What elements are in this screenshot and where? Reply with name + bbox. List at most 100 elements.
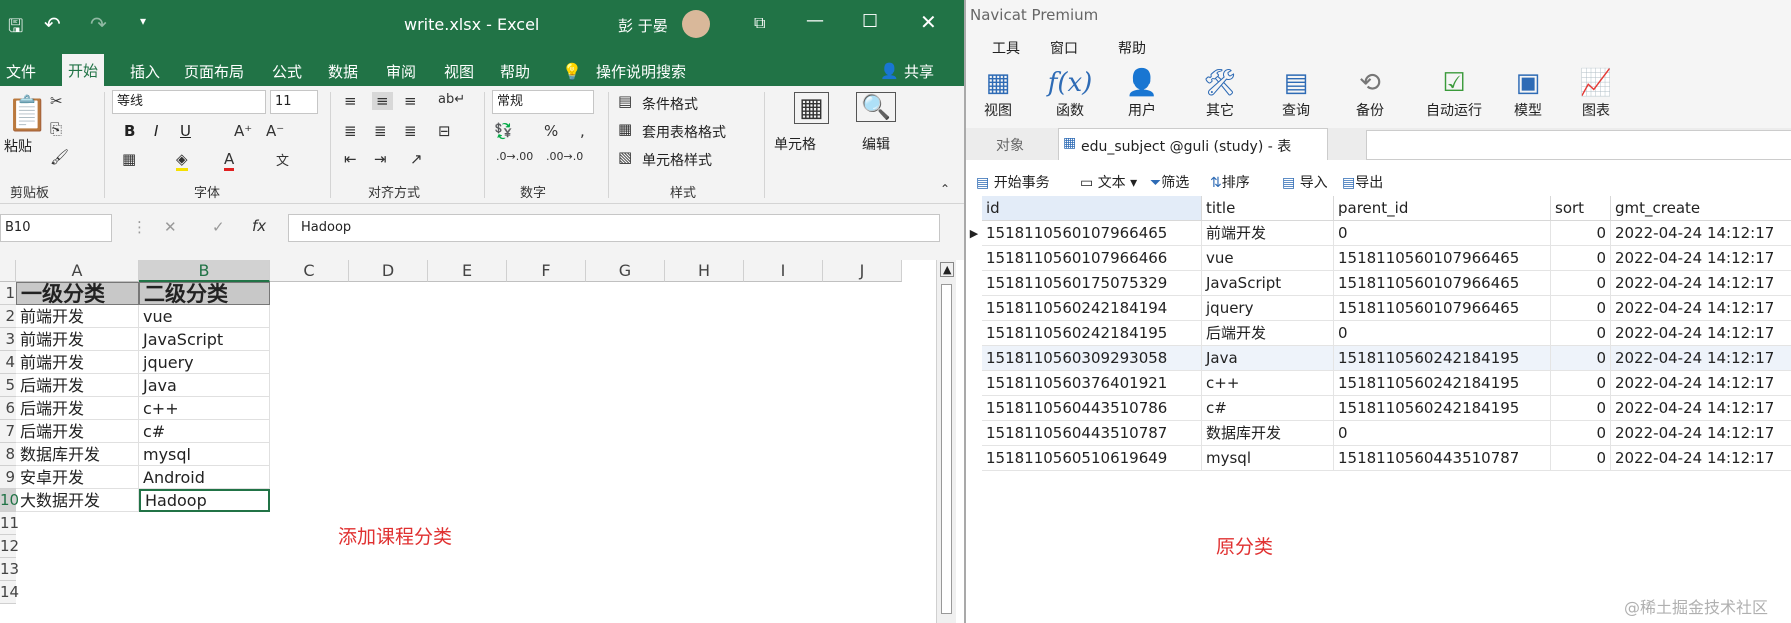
align-right-icon[interactable]: ≣ xyxy=(404,122,417,140)
tab-home[interactable]: 开始 xyxy=(62,54,105,86)
cell-gmt-create[interactable]: 2022-04-24 14:12:17 xyxy=(1611,371,1791,396)
menu-tools[interactable]: 工具 xyxy=(992,38,1020,58)
cell-primary[interactable]: 前端开发 xyxy=(16,328,139,351)
align-bottom-icon[interactable]: ≡ xyxy=(404,92,417,110)
customize-toolbar-icon[interactable]: ▾ xyxy=(140,14,146,28)
cell-gmt-create[interactable]: 2022-04-24 14:12:17 xyxy=(1611,421,1791,446)
avatar[interactable] xyxy=(682,10,710,38)
redo-icon[interactable]: ↷ xyxy=(90,12,107,36)
column-header-id[interactable]: id xyxy=(982,196,1202,221)
menu-window[interactable]: 窗口 xyxy=(1050,38,1078,58)
cell-gmt-create[interactable]: 2022-04-24 14:12:17 xyxy=(1611,321,1791,346)
cell-secondary[interactable]: Java xyxy=(139,374,270,397)
cell-parent-id[interactable]: 1518110560107966465 xyxy=(1334,296,1551,321)
undo-icon[interactable]: ↶ xyxy=(44,12,61,36)
cell-primary[interactable]: 大数据开发 xyxy=(16,489,139,512)
cell-title[interactable]: mysql xyxy=(1202,446,1334,471)
row-header[interactable]: 13 xyxy=(0,558,19,581)
cell-primary[interactable]: 前端开发 xyxy=(16,305,139,328)
cell-secondary[interactable]: c# xyxy=(139,420,270,443)
edit-button[interactable]: 编辑 xyxy=(862,134,890,154)
cell-sort[interactable]: 0 xyxy=(1551,221,1611,246)
minimize-icon[interactable]: — xyxy=(806,10,824,31)
row-header[interactable]: 7 xyxy=(0,420,16,443)
save-icon[interactable]: 🖫 xyxy=(8,14,23,44)
close-icon[interactable]: ✕ xyxy=(920,10,937,34)
cell-parent-id[interactable]: 0 xyxy=(1334,321,1551,346)
cell-primary[interactable]: 后端开发 xyxy=(16,397,139,420)
cell-parent-id[interactable]: 1518110560107966465 xyxy=(1334,271,1551,296)
menu-help[interactable]: 帮助 xyxy=(1118,38,1146,58)
tab-data[interactable]: 数据 xyxy=(322,58,364,86)
vertical-scrollbar[interactable]: ▲ xyxy=(936,260,956,623)
orientation-icon[interactable]: ↗ xyxy=(410,150,423,168)
row-header[interactable]: 10 xyxy=(0,489,19,512)
worksheet-grid[interactable]: A B C D E F G H I J 1 2 3 4 5 6 7 8 9 10… xyxy=(0,260,964,623)
cell-sort[interactable]: 0 xyxy=(1551,446,1611,471)
tool-automation[interactable]: ☑ 自动运行 xyxy=(1414,66,1494,120)
row-marker[interactable] xyxy=(966,271,982,296)
cell-gmt-create[interactable]: 2022-04-24 14:12:17 xyxy=(1611,221,1791,246)
row-header[interactable]: 12 xyxy=(0,535,19,558)
cell-id[interactable]: 1518110560443510786 xyxy=(982,396,1202,421)
table-format-button[interactable]: 套用表格格式 xyxy=(642,122,726,142)
active-cell[interactable]: Hadoop xyxy=(139,489,270,512)
row-header[interactable]: 9 xyxy=(0,466,16,489)
paste-icon[interactable]: 📋 xyxy=(6,94,48,134)
cell-primary[interactable]: 安卓开发 xyxy=(16,466,139,489)
column-header[interactable]: E xyxy=(428,260,507,282)
row-marker[interactable] xyxy=(966,421,982,446)
cell-primary[interactable]: 前端开发 xyxy=(16,351,139,374)
copy-icon[interactable]: ⎘ xyxy=(50,120,62,138)
row-marker[interactable] xyxy=(966,296,982,321)
cell-title[interactable]: Java xyxy=(1202,346,1334,371)
cell-secondary[interactable]: Android xyxy=(139,466,270,489)
row-header[interactable]: 2 xyxy=(0,305,16,328)
font-name-select[interactable]: 等线 xyxy=(112,90,266,114)
cell-title[interactable]: c++ xyxy=(1202,371,1334,396)
text-button[interactable]: ▭ 文本 ▾ xyxy=(1080,172,1137,192)
increase-font-icon[interactable]: A⁺ xyxy=(234,122,252,140)
user-name[interactable]: 彭 于晏 xyxy=(618,15,668,36)
cell-parent-id[interactable]: 1518110560443510787 xyxy=(1334,446,1551,471)
indent-icon[interactable]: ⇥ xyxy=(374,150,387,168)
row-header[interactable]: 1 xyxy=(0,282,16,305)
scrollbar-thumb[interactable] xyxy=(941,284,952,614)
column-header-title[interactable]: title xyxy=(1202,196,1334,221)
begin-transaction-button[interactable]: ▤ 开始事务 xyxy=(976,172,1050,192)
cell-secondary[interactable]: vue xyxy=(139,305,270,328)
column-header-sort[interactable]: sort xyxy=(1551,196,1611,221)
cancel-icon[interactable]: ✕ xyxy=(164,218,177,236)
number-format-select[interactable]: 常规 xyxy=(492,90,594,114)
cell-title[interactable]: 后端开发 xyxy=(1202,321,1334,346)
borders-icon[interactable]: ▦ xyxy=(122,150,136,168)
cell-secondary[interactable]: c++ xyxy=(139,397,270,420)
filter-button[interactable]: ⏷筛选 xyxy=(1150,172,1189,192)
row-marker[interactable] xyxy=(966,396,982,421)
row-marker[interactable] xyxy=(966,246,982,271)
bold-button[interactable]: B xyxy=(124,122,135,140)
tab-page-layout[interactable]: 页面布局 xyxy=(178,58,250,86)
insert-function-icon[interactable]: fx xyxy=(252,217,266,235)
header-cell[interactable]: 一级分类 xyxy=(16,282,139,305)
cell-id[interactable]: 1518110560443510787 xyxy=(982,421,1202,446)
align-center-icon[interactable]: ≣ xyxy=(374,122,387,140)
column-header[interactable]: F xyxy=(507,260,586,282)
align-middle-icon[interactable]: ≡ xyxy=(372,92,393,110)
tab-file[interactable]: 文件 xyxy=(0,58,42,86)
export-button[interactable]: ▤导出 xyxy=(1342,172,1383,192)
share-button[interactable]: 共享 xyxy=(898,58,940,86)
cell-id[interactable]: 1518110560242184194 xyxy=(982,296,1202,321)
row-header[interactable]: 8 xyxy=(0,443,16,466)
row-header[interactable]: 5 xyxy=(0,374,16,397)
tool-model[interactable]: ▣ 模型 xyxy=(1498,66,1558,120)
column-header[interactable]: I xyxy=(744,260,823,282)
column-header[interactable]: H xyxy=(665,260,744,282)
paste-button[interactable]: 粘贴 xyxy=(4,136,32,156)
cell-gmt-create[interactable]: 2022-04-24 14:12:17 xyxy=(1611,271,1791,296)
scroll-up-icon[interactable]: ▲ xyxy=(940,262,955,277)
format-painter-icon[interactable]: 🖌 xyxy=(50,148,69,166)
cell-gmt-create[interactable]: 2022-04-24 14:12:17 xyxy=(1611,246,1791,271)
underline-button[interactable]: U xyxy=(180,122,191,140)
tool-user[interactable]: 👤 用户 xyxy=(1112,66,1172,120)
